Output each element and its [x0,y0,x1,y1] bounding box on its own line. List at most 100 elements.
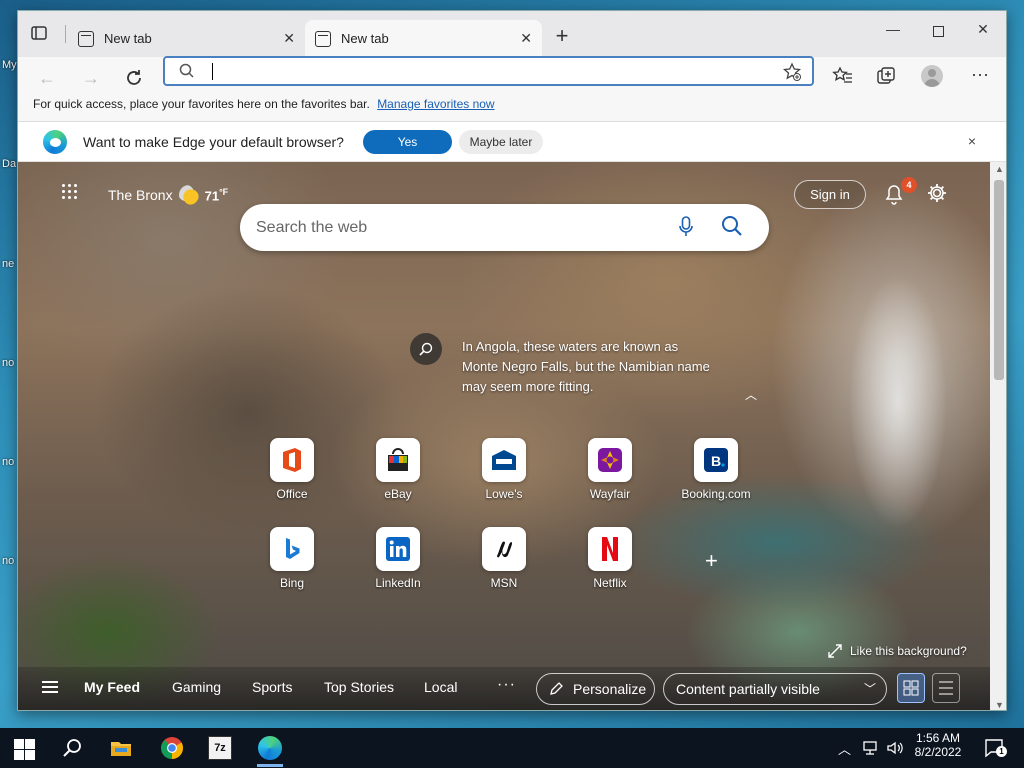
chevron-up-icon[interactable]: ︿ [745,386,757,403]
feed-tab-sports[interactable]: Sports [252,679,292,695]
image-info-icon[interactable] [410,333,442,365]
notification-center-icon[interactable]: 1 [983,737,1007,761]
list-view-button[interactable] [932,673,960,703]
text-caret [212,63,213,80]
feed-tab-top-stories[interactable]: Top Stories [324,679,394,695]
tile-label: Bing [279,576,305,590]
chrome-icon[interactable] [160,736,184,760]
new-tab-page: The Bronx 71°F Sign in 4 Search the web … [18,162,990,710]
default-browser-infobar: Want to make Edge your default browser? … [18,122,1006,162]
microphone-icon[interactable] [678,216,694,238]
feed-tab-my-feed[interactable]: My Feed [84,679,140,695]
quick-link-linkedin[interactable]: LinkedIn [358,527,438,590]
volume-icon[interactable] [885,738,905,758]
scrollbar-thumb[interactable] [994,180,1004,380]
quick-link-office[interactable]: Office [252,438,332,501]
close-tab-icon[interactable]: ✕ [283,30,295,47]
feed-tab-local[interactable]: Local [424,679,457,695]
quick-link-wayfair[interactable]: Wayfair [570,438,650,501]
manage-favorites-link[interactable]: Manage favorites now [377,97,494,111]
minimize-button[interactable]: — [870,21,916,45]
favorites-icon[interactable] [832,65,854,87]
gear-icon[interactable] [926,182,948,204]
start-button[interactable] [13,736,37,760]
clock[interactable]: 1:56 AM 8/2/2022 [912,731,964,759]
tab-active[interactable]: New tab ✕ [305,20,542,57]
personalize-label: Personalize [573,681,647,697]
quick-link-netflix[interactable]: Netflix [570,527,650,590]
feed-tab-gaming[interactable]: Gaming [172,679,221,695]
edge-icon[interactable] [258,736,282,760]
quick-link-booking[interactable]: B Booking.com [676,438,756,501]
sign-in-button[interactable]: Sign in [794,180,866,209]
quick-link-ebay[interactable]: eBay [358,438,438,501]
file-explorer-icon[interactable] [109,736,133,760]
search-icon[interactable] [721,215,743,237]
background-caption[interactable]: In Angola, these waters are known as Mon… [462,337,712,397]
partly-sunny-icon [178,185,199,205]
tile-label: Office [276,487,308,501]
favorites-bar: For quick access, place your favorites h… [18,98,1006,122]
tab-bar: New tab ✕ New tab ✕ + — ✕ [18,11,1006,57]
page-scrollbar[interactable]: ▲ ▼ [990,162,1006,710]
tile-label: Wayfair [589,487,631,501]
personalize-button[interactable]: Personalize [536,673,655,705]
desktop-icon-label[interactable]: no [2,555,14,567]
show-hidden-icons[interactable]: ︿ [838,739,851,758]
infobar-message: Want to make Edge your default browser? [83,134,344,150]
tile-label: Netflix [593,576,627,590]
7zip-icon[interactable]: 7z [208,736,232,760]
desktop-icon-label[interactable]: no [2,456,14,468]
desktop-icon-label[interactable]: My [2,59,17,71]
clock-time: 1:56 AM [915,731,961,745]
like-background-link[interactable]: Like this background? [828,644,967,658]
maybe-later-button[interactable]: Maybe later [459,130,543,154]
network-icon[interactable] [861,738,881,758]
quick-link-msn[interactable]: MSN [464,527,544,590]
scroll-down-icon[interactable]: ▼ [995,700,1004,710]
content-visibility-dropdown[interactable]: Content partially visible ﹀ [663,673,887,705]
close-window-button[interactable]: ✕ [960,21,1006,45]
add-favorite-icon[interactable] [782,62,802,82]
weather-temperature: 71 [204,188,220,204]
tab-label: New tab [104,31,152,46]
edge-logo-icon [43,130,67,154]
add-quick-link-icon[interactable]: + [705,548,718,574]
menu-icon[interactable] [42,681,58,696]
tab-separator [65,25,66,43]
grid-view-button[interactable] [897,673,925,703]
desktop-icon-label[interactable]: Da [2,158,16,170]
content-visibility-value: Content partially visible [676,681,820,697]
desktop-icon-label[interactable]: no [2,357,14,369]
collections-icon[interactable] [875,65,897,87]
forward-button[interactable]: → [78,65,104,91]
new-tab-button[interactable]: + [550,23,574,49]
linkedin-icon [376,527,420,571]
profile-avatar[interactable] [921,65,943,87]
close-icon[interactable]: × [968,133,976,149]
tile-label: LinkedIn [375,576,421,590]
office-icon [270,438,314,482]
tab-actions-icon[interactable] [30,24,52,44]
address-bar[interactable] [163,56,814,86]
tile-label: Lowe's [485,487,523,501]
quick-link-bing[interactable]: Bing [252,527,332,590]
web-search-box[interactable]: Search the web [240,204,769,251]
search-icon[interactable] [61,736,85,760]
scroll-up-icon[interactable]: ▲ [995,164,1004,174]
desktop-icon-label[interactable]: ne [2,258,14,270]
weather-widget[interactable]: The Bronx 71°F [108,185,228,205]
wayfair-icon [588,438,632,482]
list-icon [939,681,953,695]
maximize-button[interactable] [915,21,961,45]
tab-inactive[interactable]: New tab ✕ [68,20,305,57]
yes-button[interactable]: Yes [363,130,452,154]
quick-link-lowes[interactable]: Lowe's [464,438,544,501]
more-feed-tabs-icon[interactable]: ··· [497,676,516,694]
close-tab-icon[interactable]: ✕ [520,30,532,47]
refresh-button[interactable] [121,65,147,91]
settings-more-icon[interactable]: ··· [969,65,991,87]
apps-launcher-icon[interactable] [62,184,80,202]
like-background-label: Like this background? [850,644,967,658]
back-button[interactable]: ← [34,65,60,91]
